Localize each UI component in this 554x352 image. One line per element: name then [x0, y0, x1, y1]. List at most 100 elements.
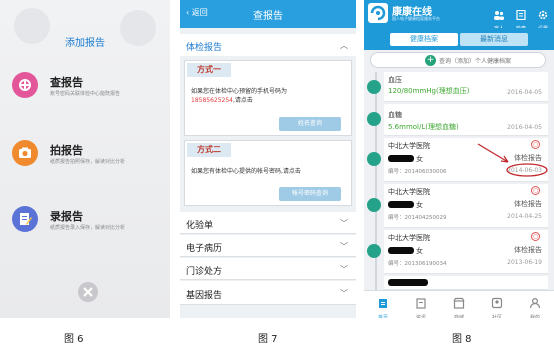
photo-report-desc: 纸质报告拍照保存，解读对比分析: [50, 159, 126, 165]
section-label: 电子病历: [186, 244, 223, 254]
nav-news[interactable]: 资讯: [406, 294, 436, 318]
report-hospital: 中北大学医院: [388, 188, 430, 196]
pin-icon: ○: [531, 232, 540, 241]
record-date: 2016-04-05: [507, 124, 542, 131]
nav-label: 资讯: [415, 315, 426, 318]
chevron-up-icon: ︿: [340, 41, 348, 50]
section-label: 基因报告: [186, 291, 223, 301]
record-name: 血糖: [388, 111, 402, 119]
physical-exam-section[interactable]: 体检报告 ︿: [180, 34, 356, 56]
pin-icon: ○: [531, 186, 540, 195]
section-emr[interactable]: 电子病历 ﹀: [180, 235, 356, 257]
record-blood-pressure[interactable]: 血压 120/80mmHg(理想血压) 2016-04-05: [367, 72, 548, 102]
nav-mine[interactable]: 我的: [520, 294, 550, 318]
figure-caption-6: 图 6: [64, 334, 84, 345]
figure-caption-8: 图 8: [452, 334, 472, 345]
nav-label: 社区: [491, 315, 502, 318]
account-query-button[interactable]: 帐号密码查询: [279, 187, 341, 201]
blood-drop-icon: [367, 112, 381, 126]
plus-icon: +: [425, 55, 436, 66]
check-report-option[interactable]: 查报告 账号密码关联体检中心能既报告: [12, 72, 170, 112]
name-query-button[interactable]: 姓名查询: [279, 117, 341, 131]
report-number: 编号：201406030006: [388, 169, 447, 175]
search-placeholder: 查询（添加）个人健康档案: [439, 58, 512, 65]
redacted-text: [388, 279, 428, 286]
gear-icon: [538, 10, 548, 20]
blood-pressure-icon: [367, 80, 381, 94]
photo-report-label: 拍报告: [50, 144, 83, 157]
add-report-title: 添加报告: [65, 38, 105, 49]
method-two-card: 方式二 如果您有体检中心提供的帐号密码,请点击 帐号密码查询: [184, 140, 352, 206]
report-gender: 女: [416, 247, 423, 255]
method-one-line1: 如果您在体检中心预留的手机号码为: [191, 88, 288, 95]
section-title: 体检报告: [186, 43, 223, 53]
tab-latest-news[interactable]: 最新消息: [460, 33, 528, 46]
search-report-icon: [12, 72, 38, 98]
record-value: 5.6mmol/L(理想血糖): [388, 123, 459, 131]
community-icon: [491, 297, 503, 309]
section-lab-report[interactable]: 化验单 ﹀: [180, 212, 356, 234]
tab-bar: 健康档案 最新消息: [364, 28, 554, 50]
figure-caption-7: 图 7: [258, 334, 278, 345]
nav-label: 商城: [453, 315, 464, 318]
header-bar: ‹ 返回 查报告: [180, 0, 356, 28]
check-report-desc: 账号密码关联体检中心能既报告: [50, 91, 121, 97]
method-two-text: 如果您有体检中心提供的帐号密码,请点击: [191, 168, 301, 175]
report-date: 2014-04-25: [507, 213, 542, 220]
report-type: 体检报告: [514, 246, 542, 254]
enter-report-desc: 纸质报告录入保存，解读对比分析: [50, 225, 126, 231]
report-icon: [516, 9, 526, 21]
redacted-name: [388, 201, 414, 208]
app-header: 康康在线 国人电子健康档案服务平台 家人 检查 设置: [364, 0, 554, 32]
redacted-name: [388, 155, 414, 162]
report-gender: 女: [416, 155, 423, 163]
report-number: 编号：201306190034: [388, 261, 447, 267]
report-item[interactable]: 中北大学医院 女 编号：201306190034 ○ 体检报告 2013-06-…: [367, 230, 548, 274]
nav-home[interactable]: 首页: [368, 294, 398, 318]
section-gene-report[interactable]: 基因报告 ﹀: [180, 281, 356, 305]
page-title: 查报告: [253, 11, 283, 22]
redacted-name: [388, 247, 414, 254]
check-report-panel: ‹ 返回 查报告 体检报告 ︿ 方式一 如果您在体检中心预留的手机号码为 185…: [180, 0, 356, 318]
health-record-panel: 康康在线 国人电子健康档案服务平台 家人 检查 设置 健康档案 最新消息 + 查…: [364, 0, 554, 318]
photo-report-option[interactable]: 拍报告 纸质报告拍照保存，解读对比分析: [12, 140, 170, 180]
store-icon: [453, 297, 465, 309]
record-value: 120/80mmHg(理想血压): [388, 87, 470, 95]
close-icon[interactable]: [78, 282, 98, 302]
enter-report-option[interactable]: 录报告 纸质报告录入保存，解读对比分析: [12, 206, 170, 246]
report-hospital: 中北大学医院: [388, 142, 430, 150]
report-number: 编号：201404250029: [388, 215, 447, 221]
nav-community[interactable]: 社区: [482, 294, 512, 318]
method-two-tag: 方式二: [187, 143, 231, 157]
report-type: 体检报告: [514, 200, 542, 208]
nav-store[interactable]: 商城: [444, 294, 474, 318]
section-label: 门诊处方: [186, 267, 223, 277]
check-report-label: 查报告: [50, 76, 83, 89]
search-record-button[interactable]: + 查询（添加）个人健康档案: [370, 52, 546, 68]
method-one-card: 方式一 如果您在体检中心预留的手机号码为 18585625254,请点击 姓名查…: [184, 60, 352, 136]
phone-number: 18585625254: [191, 97, 233, 104]
chevron-down-icon: ﹀: [340, 242, 348, 251]
home-icon: [379, 299, 387, 308]
chevron-down-icon: ﹀: [340, 219, 348, 228]
report-gender: 女: [416, 201, 423, 209]
add-report-panel: 添加报告 查报告 账号密码关联体检中心能既报告 拍报告 纸质报告拍照保存，解读对…: [0, 0, 170, 318]
document-icon: [367, 198, 381, 212]
method-one-line2: ,请点击: [233, 97, 253, 104]
section-prescription[interactable]: 门诊处方 ﹀: [180, 258, 356, 280]
bottom-nav: 首页 资讯 商城 社区 我的: [364, 290, 554, 318]
family-icon: [494, 11, 504, 20]
report-hospital: 中北大学医院: [388, 234, 430, 242]
tab-health-record[interactable]: 健康档案: [390, 33, 458, 46]
report-item-partial[interactable]: [384, 276, 548, 290]
record-date: 2016-04-05: [507, 89, 542, 96]
edit-document-icon: [12, 206, 38, 232]
method-one-tag: 方式一: [187, 63, 231, 77]
nav-label: 我的: [529, 315, 540, 318]
record-blood-sugar[interactable]: 血糖 5.6mmol/L(理想血糖) 2016-04-05: [367, 104, 548, 136]
report-item[interactable]: 中北大学医院 女 编号：201404250029 ○ 体检报告 2014-04-…: [367, 184, 548, 228]
chevron-down-icon: ﹀: [340, 265, 348, 274]
app-logo-icon: [368, 3, 388, 23]
user-icon: [529, 297, 541, 309]
app-slogan: 国人电子健康档案服务平台: [392, 16, 440, 21]
